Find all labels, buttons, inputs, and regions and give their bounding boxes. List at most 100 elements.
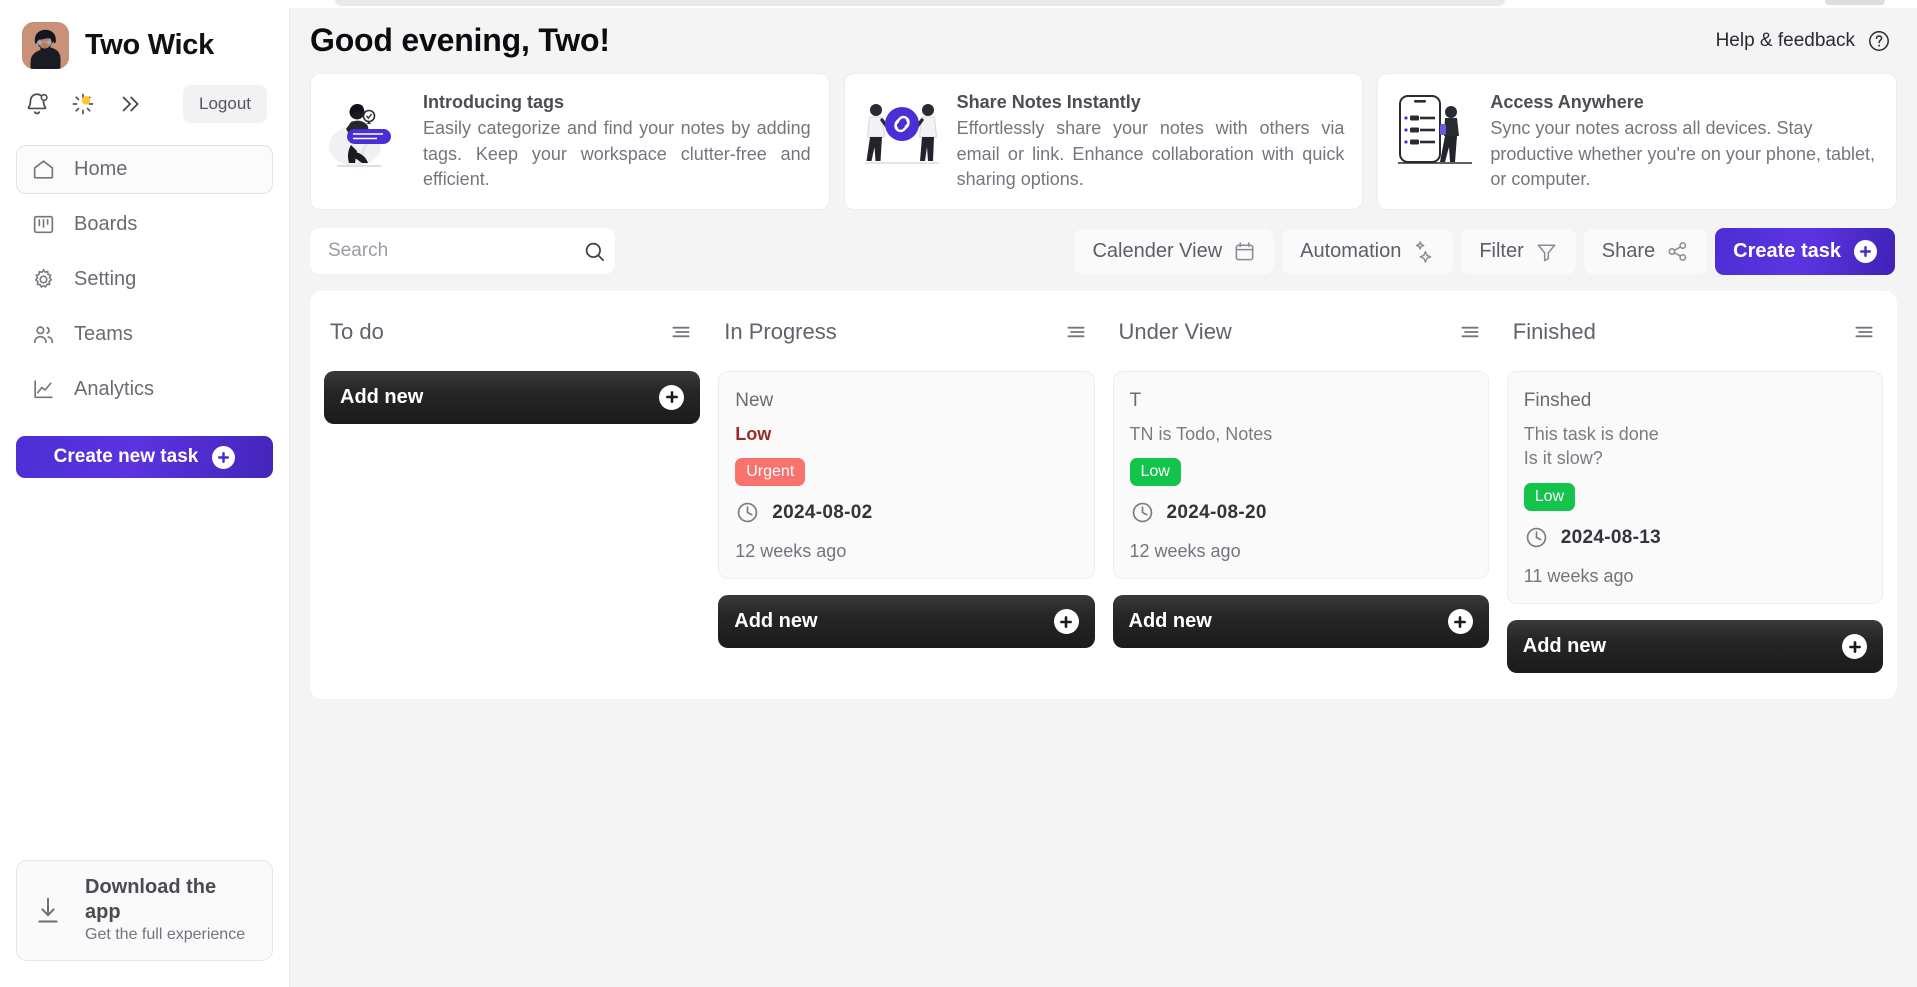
- task-due-date: 2024-08-13: [1524, 525, 1866, 550]
- task-timestamp: 12 weeks ago: [735, 541, 847, 562]
- create-new-task-button[interactable]: Create new task: [16, 436, 273, 478]
- board-column-in-progress: In Progress New Low Urgent 2024-08-02 12…: [718, 305, 1095, 649]
- page-header: Good evening, Two! Help & feedback: [290, 0, 1917, 65]
- column-header: Finished: [1507, 305, 1883, 371]
- main-content: Good evening, Two! Help & feedback Intro…: [290, 0, 1917, 987]
- promo-description: Effortlessly share your notes with other…: [956, 118, 1345, 190]
- sidebar-item-label: Boards: [74, 213, 138, 235]
- create-new-task-label: Create new task: [53, 446, 199, 467]
- column-header: To do: [324, 305, 700, 371]
- chevron-double-right-icon[interactable]: [116, 91, 142, 117]
- promo-card-share: Share Notes Instantly Effortlessly share…: [843, 73, 1364, 210]
- logout-button[interactable]: Logout: [183, 85, 267, 123]
- sidebar-item-label: Analytics: [74, 378, 155, 400]
- sidebar: Two Wick Logout Home Boards Setting Team…: [0, 0, 290, 987]
- help-feedback-button[interactable]: Help & feedback: [1716, 29, 1891, 53]
- sidebar-item-analytics[interactable]: Analytics: [16, 365, 273, 414]
- task-description: This task is done Is it slow?: [1523, 423, 1659, 469]
- status-badge: Low: [1523, 483, 1576, 512]
- sidebar-item-label: Setting: [74, 268, 137, 290]
- status-badge: Low: [1129, 458, 1181, 487]
- status-badge: Urgent: [735, 458, 806, 487]
- task-due-date: 2024-08-20: [1130, 500, 1472, 525]
- notification-bell-icon[interactable]: [24, 91, 50, 117]
- search-box[interactable]: [310, 228, 615, 275]
- task-due-date: 2024-08-02: [735, 500, 1077, 525]
- users-icon: [31, 322, 56, 347]
- download-app-card[interactable]: Download the app Get the full experience: [16, 860, 273, 961]
- page-title: Good evening, Two!: [310, 22, 610, 58]
- add-new-label: Add new: [1128, 610, 1212, 633]
- board-column-todo: To do Add new: [324, 305, 701, 424]
- clock-icon: [1130, 500, 1155, 525]
- add-new-button[interactable]: Add new: [718, 595, 1095, 649]
- funnel-icon: [1535, 240, 1558, 263]
- sort-lines-icon[interactable]: [1457, 319, 1483, 345]
- user-profile[interactable]: Two Wick: [0, 8, 289, 75]
- two-people-link-illustration: [859, 90, 945, 174]
- question-circle-icon: [1867, 29, 1891, 53]
- due-date-text: 2024-08-02: [772, 501, 873, 523]
- sparkles-icon: [1412, 240, 1435, 263]
- calendar-icon: [1233, 240, 1256, 263]
- phone-sync-illustration: [1392, 90, 1478, 174]
- board-column-finished: Finished Finshed This task is done Is it…: [1506, 305, 1883, 674]
- promo-cards: Introducing tags Easily categorize and f…: [290, 65, 1917, 210]
- task-title: New: [735, 389, 774, 411]
- due-date-text: 2024-08-20: [1166, 501, 1267, 523]
- sidebar-item-label: Home: [74, 158, 128, 180]
- sidebar-nav: Home Boards Setting Teams Analytics: [0, 137, 289, 414]
- task-timestamp: 11 weeks ago: [1523, 566, 1634, 587]
- due-date-text: 2024-08-13: [1560, 526, 1661, 548]
- plus-icon: [1842, 634, 1867, 660]
- automation-label: Automation: [1300, 239, 1402, 262]
- automation-button[interactable]: Automation: [1282, 228, 1454, 274]
- calendar-view-button[interactable]: Calender View: [1074, 228, 1275, 274]
- toolbar-actions: Calender View Automation Filter Share Cr…: [1074, 227, 1895, 275]
- task-description: TN is Todo, Notes: [1129, 423, 1273, 444]
- share-label: Share: [1601, 239, 1656, 262]
- share-nodes-icon: [1666, 240, 1689, 263]
- chart-line-icon: [31, 377, 56, 402]
- search-input[interactable]: [328, 240, 573, 263]
- add-new-button[interactable]: Add new: [324, 370, 701, 424]
- plus-icon: [212, 445, 236, 469]
- clock-icon: [735, 500, 760, 525]
- task-card[interactable]: Finshed This task is done Is it slow? Lo…: [1506, 370, 1883, 605]
- task-card[interactable]: T TN is Todo, Notes Low 2024-08-20 12 we…: [1112, 370, 1489, 580]
- clock-icon: [1524, 525, 1549, 550]
- plus-icon: [1053, 609, 1079, 635]
- gear-icon: [31, 267, 56, 292]
- sidebar-item-home[interactable]: Home: [16, 145, 273, 194]
- sidebar-item-boards[interactable]: Boards: [16, 200, 273, 249]
- filter-button[interactable]: Filter: [1461, 228, 1576, 274]
- sort-lines-icon[interactable]: [1063, 319, 1089, 345]
- sort-lines-icon[interactable]: [668, 319, 694, 345]
- column-title: To do: [330, 318, 384, 344]
- plus-icon: [1854, 239, 1877, 263]
- download-icon: [33, 895, 63, 927]
- column-title: Under View: [1118, 318, 1232, 344]
- task-title: T: [1129, 389, 1142, 411]
- user-name: Two Wick: [85, 29, 214, 61]
- column-title: Finished: [1512, 318, 1596, 344]
- column-title: In Progress: [724, 318, 837, 344]
- add-new-button[interactable]: Add new: [1112, 595, 1489, 649]
- column-header: In Progress: [718, 305, 1094, 371]
- theme-sun-icon[interactable]: [70, 91, 96, 117]
- sidebar-icon-row: Logout: [0, 75, 289, 137]
- browser-control-strip: [1825, 0, 1885, 5]
- sort-lines-icon[interactable]: [1851, 319, 1877, 345]
- sidebar-item-teams[interactable]: Teams: [16, 310, 273, 359]
- promo-card-access: Access Anywhere Sync your notes across a…: [1377, 73, 1898, 210]
- add-new-button[interactable]: Add new: [1506, 620, 1883, 674]
- share-button[interactable]: Share: [1583, 228, 1708, 274]
- sidebar-item-setting[interactable]: Setting: [16, 255, 273, 304]
- window-chrome-sliver: [0, 0, 1917, 8]
- avatar: [22, 22, 69, 69]
- task-card[interactable]: New Low Urgent 2024-08-02 12 weeks ago: [718, 370, 1095, 580]
- search-icon[interactable]: [583, 240, 606, 263]
- boards-icon: [31, 212, 56, 237]
- promo-title: Share Notes Instantly: [956, 92, 1141, 112]
- create-task-button[interactable]: Create task: [1715, 227, 1895, 275]
